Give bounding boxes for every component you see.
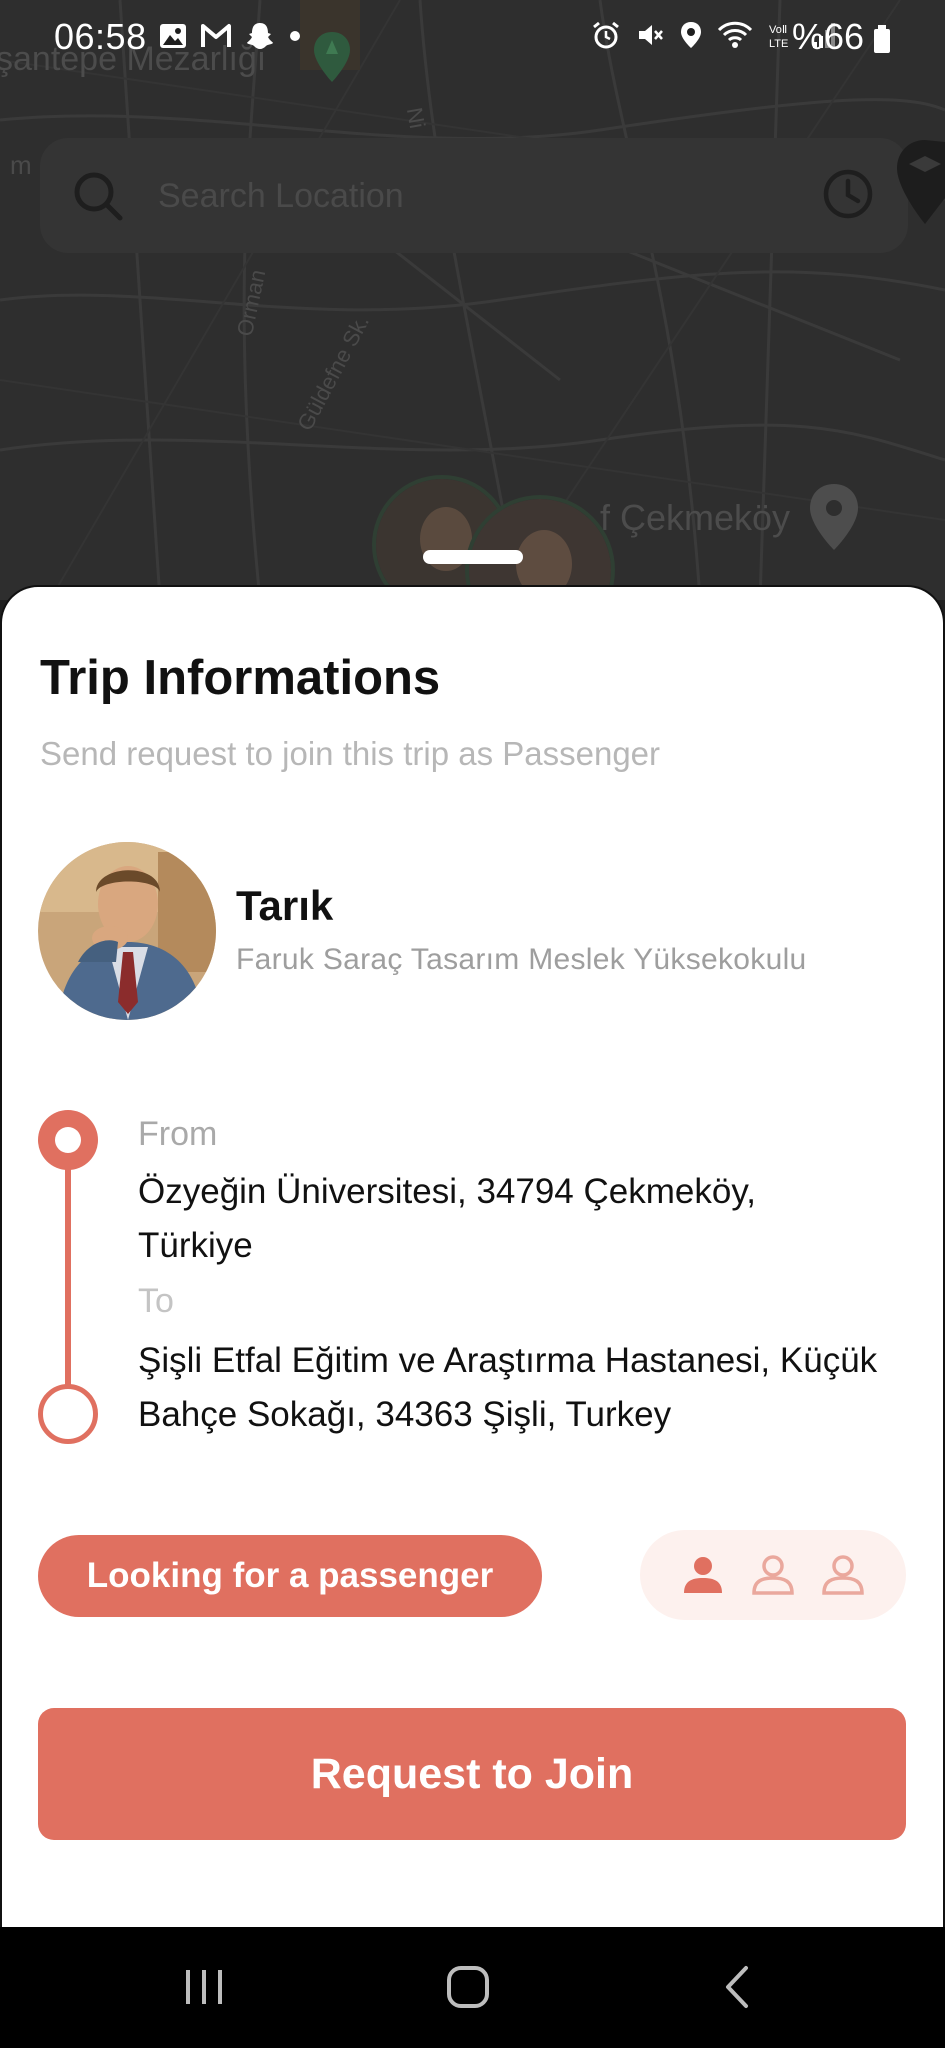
status-time: 06:58 [54,16,147,57]
destination-marker-icon [38,1384,98,1444]
svg-text:VoⅡ: VoⅡ [769,24,787,36]
search-input[interactable] [158,168,738,224]
gallery-icon [160,24,186,48]
seat-availability [640,1530,906,1620]
from-address: Özyeğin Üniversitesi, 34794 Çekmeköy, Tü… [138,1172,756,1265]
location-icon [681,22,701,48]
status-bar: 06:58 VoⅡ LTE %66 [0,0,945,76]
wifi-icon [717,21,753,48]
seat-free-icon [752,1555,794,1595]
gmail-icon [201,24,231,47]
location-pin-icon[interactable] [808,482,860,552]
school-pin-icon[interactable] [895,138,945,238]
driver-school: Faruk Saraç Tasarım Meslek Yüksekokulu [236,943,807,976]
mute-icon [639,25,663,45]
driver-name: Tarık [236,882,334,929]
system-nav-bar [0,1927,945,2048]
from-label: From [138,1115,218,1153]
map-label-m: m [10,150,32,180]
notification-icons [158,20,302,52]
battery-percent: %66 [792,16,865,57]
search-bar[interactable] [40,138,908,253]
to-label: To [138,1282,174,1320]
map-label-street-n: Ni [401,105,430,131]
to-address: Şişli Etfal Eğitim ve Araştırma Hastanes… [138,1341,878,1434]
back-icon[interactable] [718,1962,758,2012]
sheet-drag-handle[interactable] [423,550,523,564]
dot-icon [290,31,300,41]
recents-icon[interactable] [180,1962,228,2012]
seat-free-icon [822,1555,864,1595]
map-label-cekmekoy: f Çekmeköy [600,497,791,538]
search-icon[interactable] [70,168,126,224]
trip-status-badge: Looking for a passenger [38,1535,542,1617]
svg-text:LTE: LTE [769,38,788,50]
home-icon[interactable] [444,1962,494,2012]
map-view[interactable]: şantepe Mezarlığı Ni m Orman Güldefne Sk… [0,0,945,600]
battery-icon [874,25,890,53]
seat-taken-icon [684,1557,722,1593]
snapchat-icon [247,23,273,49]
origin-marker-icon [38,1110,98,1170]
sheet-title: Trip Informations [40,651,441,705]
alarm-icon [593,21,619,49]
request-to-join-button[interactable]: Request to Join [38,1708,906,1840]
driver-avatar[interactable] [38,842,216,1020]
history-icon[interactable] [820,166,876,222]
sheet-subtitle: Send request to join this trip as Passen… [40,735,661,772]
route-line [65,1138,71,1410]
